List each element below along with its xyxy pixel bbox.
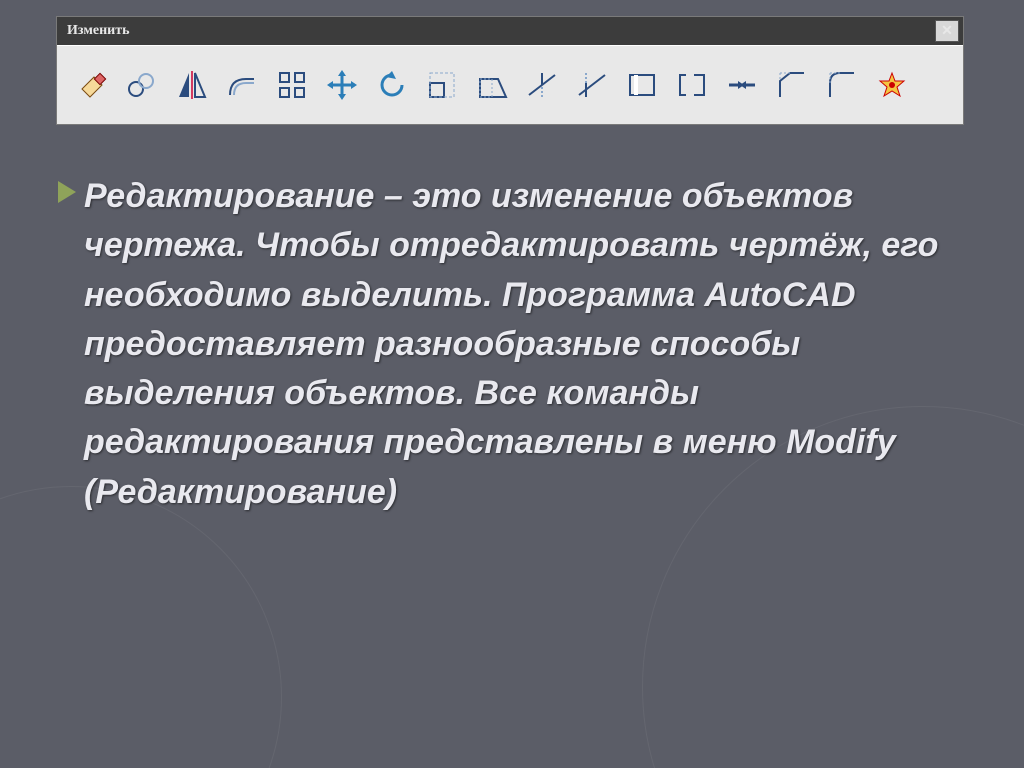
body-text: Редактирование – это изменение объектов … — [84, 172, 966, 517]
slide-body: Редактирование – это изменение объектов … — [58, 172, 966, 517]
bullet-item: Редактирование – это изменение объектов … — [58, 172, 966, 517]
explode-icon[interactable] — [875, 68, 909, 102]
rotate-icon[interactable] — [375, 68, 409, 102]
extend-icon[interactable] — [575, 68, 609, 102]
break-icon[interactable] — [675, 68, 709, 102]
copy-icon[interactable] — [125, 68, 159, 102]
mirror-icon[interactable] — [175, 68, 209, 102]
break-at-point-icon[interactable] — [625, 68, 659, 102]
decor-circle — [0, 486, 282, 768]
offset-icon[interactable] — [225, 68, 259, 102]
toolbar-title: Изменить — [67, 23, 129, 39]
chamfer-icon[interactable] — [775, 68, 809, 102]
fillet-icon[interactable] — [825, 68, 859, 102]
stretch-icon[interactable] — [475, 68, 509, 102]
move-icon[interactable] — [325, 68, 359, 102]
trim-icon[interactable] — [525, 68, 559, 102]
scale-icon[interactable] — [425, 68, 459, 102]
array-icon[interactable] — [275, 68, 309, 102]
bullet-marker-icon — [58, 181, 76, 203]
toolbar-close-button[interactable]: ✕ — [935, 20, 959, 42]
close-icon: ✕ — [941, 23, 953, 40]
join-icon[interactable] — [725, 68, 759, 102]
modify-toolbar: Изменить ✕ — [56, 16, 964, 125]
toolbar-buttons-row — [57, 45, 963, 124]
slide: Изменить ✕ — [0, 0, 1024, 768]
erase-icon[interactable] — [75, 68, 109, 102]
toolbar-titlebar[interactable]: Изменить ✕ — [57, 17, 963, 45]
